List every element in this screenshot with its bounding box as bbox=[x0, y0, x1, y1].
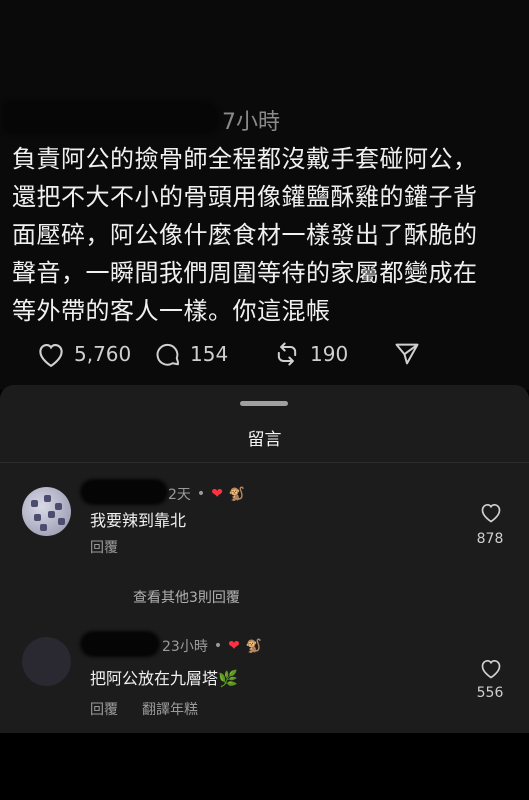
post-text: 負責阿公的撿骨師全程都沒戴手套碰阿公， 還把不大不小的骨頭用像鑵鹽酥雞的鑵子背 … bbox=[12, 140, 517, 330]
post-text-line: 聲音，一瞬間我們周圍等待的家屬都變成在 bbox=[12, 259, 478, 287]
author-liked-heart-icon: ❤ bbox=[211, 486, 223, 502]
author-liked-heart-icon: ❤ bbox=[228, 638, 240, 654]
comment-time: 23小時 bbox=[162, 639, 208, 655]
post-text-line: 負責阿公的撿骨師全程都沒戴手套碰阿公， bbox=[12, 145, 478, 173]
comment-meta: 23小時 • ❤ 🐒 bbox=[162, 636, 262, 656]
like-button[interactable]: 5,760 bbox=[36, 336, 131, 372]
comments-sheet: 留言 2天 • ❤ 🐒 我要辣到靠北 回覆 878 查看其他3則回覆 23小時 bbox=[0, 385, 529, 733]
avatar[interactable] bbox=[22, 637, 71, 686]
divider bbox=[0, 462, 529, 463]
comment-like-button[interactable] bbox=[476, 501, 506, 527]
avatar[interactable] bbox=[22, 487, 71, 536]
author-avatar-icon: 🐒 bbox=[228, 486, 246, 502]
heart-icon bbox=[479, 503, 503, 527]
post-text-line: 還把不大不小的骨頭用像鑵鹽酥雞的鑵子背 bbox=[12, 183, 478, 211]
post-card: 7小時 負責阿公的撿骨師全程都沒戴手套碰阿公， 還把不大不小的骨頭用像鑵鹽酥雞的… bbox=[0, 0, 529, 390]
comment-time: 2天 bbox=[168, 487, 191, 503]
comment-button[interactable]: 154 bbox=[154, 336, 228, 372]
repost-icon bbox=[272, 340, 302, 368]
author-avatar-icon: 🐒 bbox=[245, 638, 263, 654]
reply-button[interactable]: 回覆 bbox=[90, 699, 118, 719]
sheet-drag-handle[interactable] bbox=[240, 401, 288, 406]
repost-button[interactable]: 190 bbox=[272, 336, 348, 372]
send-icon bbox=[392, 340, 422, 368]
reply-button[interactable]: 回覆 bbox=[90, 537, 118, 557]
redacted-username bbox=[80, 631, 160, 657]
heart-icon bbox=[36, 340, 66, 368]
post-header: 7小時 bbox=[0, 98, 529, 138]
like-count: 5,760 bbox=[74, 342, 132, 366]
repost-count: 190 bbox=[310, 342, 349, 366]
comment-count: 154 bbox=[190, 342, 229, 366]
comment-like-button[interactable] bbox=[476, 657, 506, 683]
heart-icon bbox=[479, 659, 503, 683]
post-actions: 5,760 154 190 bbox=[0, 336, 529, 372]
translate-button[interactable]: 翻譯年糕 bbox=[142, 699, 198, 719]
comment-like-count: 556 bbox=[476, 685, 504, 701]
comment-text: 我要辣到靠北 bbox=[90, 511, 187, 530]
comment-meta: 2天 • ❤ 🐒 bbox=[168, 484, 245, 504]
view-more-replies-link[interactable]: 查看其他3則回覆 bbox=[133, 587, 240, 607]
redacted-username bbox=[2, 100, 220, 134]
separator-dot: • bbox=[213, 638, 223, 654]
comment-text: 把阿公放在九層塔🌿 bbox=[90, 669, 238, 688]
comment-bubble-icon bbox=[154, 340, 182, 368]
redacted-username bbox=[80, 479, 168, 505]
sheet-title: 留言 bbox=[247, 430, 282, 450]
post-text-line: 面壓碎，阿公像什麼食材一樣發出了酥脆的 bbox=[12, 221, 478, 249]
share-button[interactable] bbox=[392, 336, 422, 372]
separator-dot: • bbox=[196, 486, 206, 502]
post-text-line: 等外帶的客人一樣。你這混帳 bbox=[12, 297, 331, 325]
comment-like-count: 878 bbox=[476, 531, 504, 547]
post-time: 7小時 bbox=[222, 110, 280, 135]
